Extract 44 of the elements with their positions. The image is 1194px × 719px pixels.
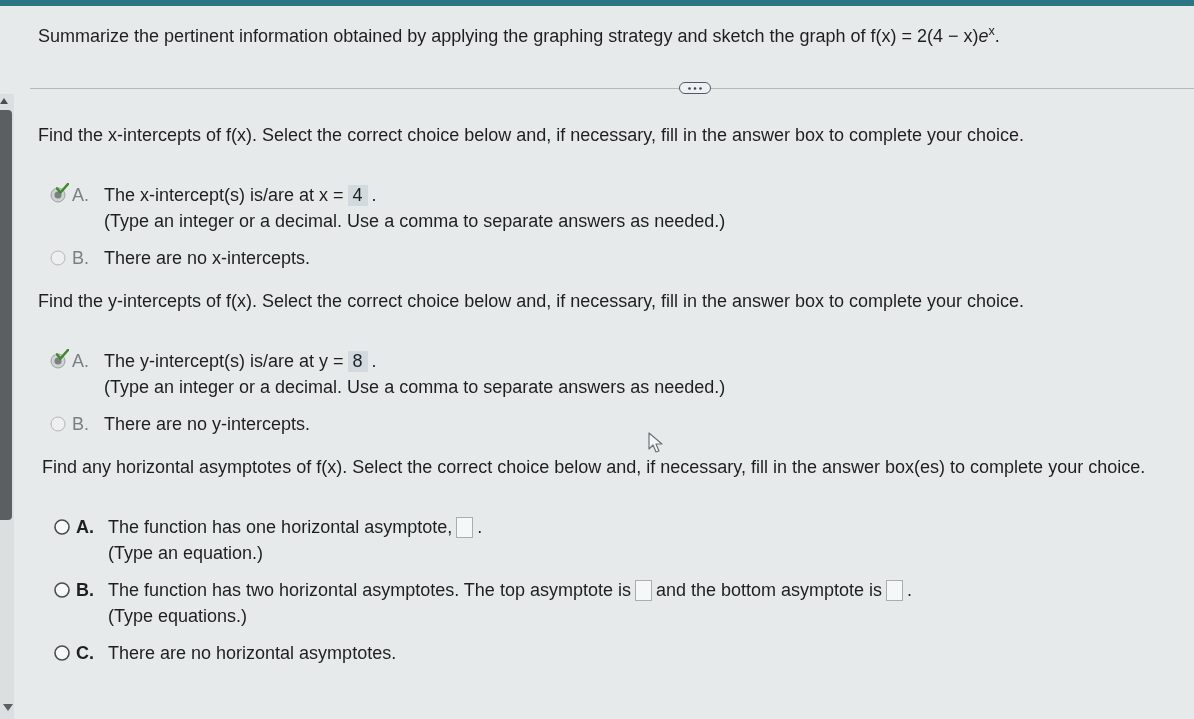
choice-letter: A.: [76, 516, 95, 538]
expand-button[interactable]: [679, 82, 712, 94]
hint-text: (Type an integer or a decimal. Use a comma to separate answers as needed.): [104, 376, 727, 398]
ellipsis-icon: [688, 86, 703, 90]
choice-text: The y-intercept(s) is/are at y =: [104, 350, 344, 372]
radio-button[interactable]: [50, 187, 66, 203]
scrollbar-thumb[interactable]: [0, 110, 12, 520]
radio-button[interactable]: [54, 645, 70, 661]
choice-text: .: [371, 350, 377, 372]
choice-letter: A.: [72, 350, 90, 372]
choice-letter: B.: [76, 579, 95, 601]
scroll-up-icon[interactable]: [0, 98, 8, 104]
choice-letter: C.: [76, 642, 95, 664]
choice-text: and the bottom asymptote is: [655, 579, 883, 601]
prompt-text: Find any horizontal asymptotes of f(x). Select the correct choice below and, if necessary, fill in the answer box(es) to complete your choice.: [42, 457, 1147, 477]
prompt-text: Find the x-intercepts of f(x). Select the correct choice below and, if necessary, fill in the answer box to complete your choice.: [38, 125, 1026, 145]
choice-text: The function has two horizontal asymptotes. The top asymptote is: [108, 579, 631, 601]
radio-button[interactable]: [50, 250, 66, 266]
answer-box[interactable]: [634, 579, 652, 601]
choice-text: .: [907, 579, 913, 601]
radio-button[interactable]: [50, 416, 66, 432]
prompt-text: Find the y-intercepts of f(x). Select the correct choice below and, if necessary, fill in the answer box to complete your choice.: [38, 291, 1026, 311]
choice-letter: B.: [72, 413, 90, 435]
hint-text: (Type an integer or a decimal. Use a comma to separate answers as needed.): [104, 210, 727, 232]
choice-text: There are no horizontal asymptotes.: [108, 642, 397, 664]
scroll-down-icon[interactable]: [3, 704, 13, 711]
choice-text: .: [477, 516, 483, 538]
choice-text: The function has one horizontal asymptote,: [108, 516, 453, 538]
choice-text: There are no x-intercepts.: [104, 247, 311, 269]
choice-text: There are no y-intercepts.: [104, 413, 311, 435]
choice-letter: B.: [72, 247, 90, 269]
radio-button[interactable]: [54, 519, 70, 535]
radio-button[interactable]: [54, 582, 70, 598]
answer-box[interactable]: 4: [347, 184, 368, 206]
answer-box[interactable]: [886, 579, 904, 601]
radio-button[interactable]: [50, 353, 66, 369]
answer-box[interactable]: 8: [347, 350, 368, 372]
hint-text: (Type an equation.): [108, 542, 265, 564]
question-text: Summarize the pertinent information obtained by applying the graphing strategy and sketch the graph of f(x) = 2(4 − x)e$^{x}$.: [38, 26, 1000, 46]
choice-text: .: [371, 184, 377, 206]
choice-text: The x-intercept(s) is/are at x =: [104, 184, 344, 206]
hint-text: (Type equations.): [108, 605, 249, 627]
choice-letter: A.: [72, 184, 90, 206]
answer-box[interactable]: [456, 516, 474, 538]
